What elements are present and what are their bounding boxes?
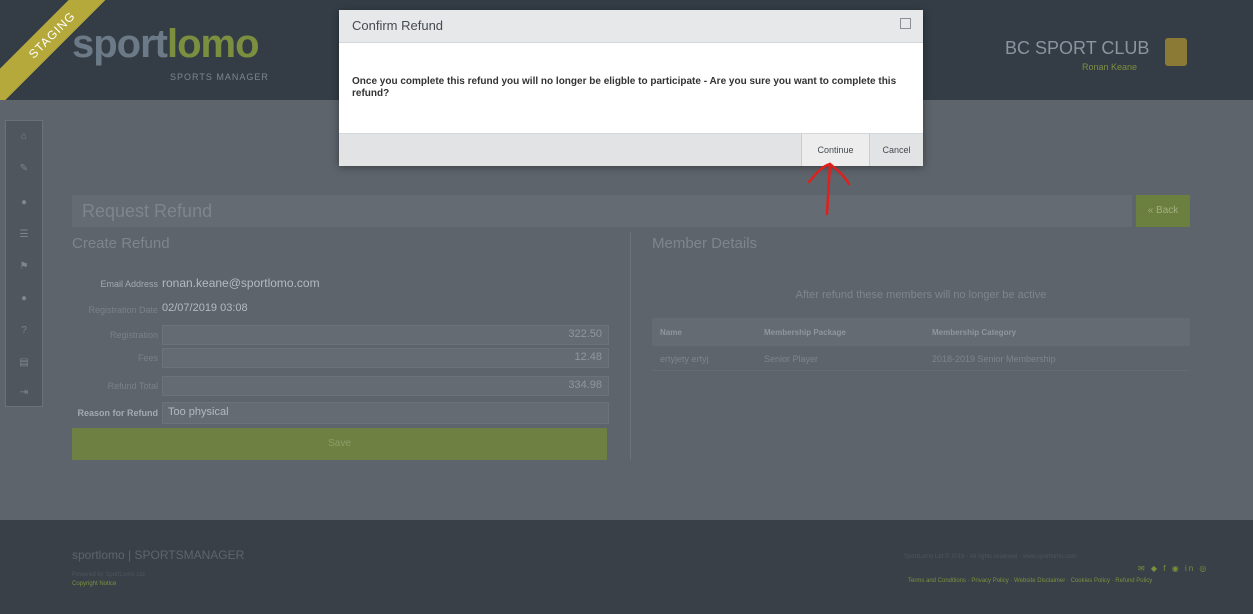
dialog-title: Confirm Refund — [352, 18, 444, 33]
registration-date-label: Registration Date — [88, 305, 158, 315]
social-icons[interactable]: ✉ ◆ f ◉ in ◎ — [1138, 564, 1208, 573]
refund-total-label: Refund Total — [107, 381, 158, 391]
club-name: BC SPORT CLUB — [1005, 38, 1150, 58]
annotation-arrow-icon — [807, 162, 851, 216]
member-details-title: Member Details — [652, 235, 758, 252]
member-table: Name Membership Package Membership Categ… — [652, 318, 1190, 371]
refund-total-value: 334.98 — [568, 379, 602, 391]
user-icon[interactable]: ● — [6, 197, 42, 208]
table-row: ertyjety ertyj Senior Player 2018-2019 S… — [652, 346, 1190, 371]
back-button[interactable]: « Back — [1136, 195, 1190, 227]
person-icon[interactable]: ● — [6, 293, 42, 304]
reason-value: Too physical — [168, 406, 229, 418]
cancel-button[interactable]: Cancel — [870, 134, 923, 166]
home-icon[interactable]: ⌂ — [6, 131, 42, 142]
footer-powered: Powered by SportLomo Ltd. — [72, 572, 147, 578]
reason-input[interactable] — [162, 402, 609, 424]
column-divider — [630, 232, 631, 460]
page-title-bar — [72, 195, 1132, 227]
list-icon[interactable]: ☰ — [6, 229, 42, 240]
user-name[interactable]: Ronan Keane — [1082, 62, 1137, 72]
save-button[interactable]: Save — [72, 428, 607, 460]
member-details-note: After refund these members will no longe… — [795, 289, 1047, 301]
column-header-package: Membership Package — [764, 328, 846, 337]
table-header: Name Membership Package Membership Categ… — [652, 318, 1190, 346]
dialog-message: Once you complete this refund you will n… — [352, 76, 897, 99]
help-icon[interactable]: ? — [6, 325, 42, 336]
logo-text-a: sport — [72, 22, 168, 66]
logo-subtitle: SPORTS MANAGER — [170, 72, 269, 82]
footer-links[interactable]: Terms and Conditions · Privacy Policy · … — [908, 578, 1152, 584]
fees-field[interactable]: 12.48 — [162, 348, 609, 368]
cell-name: ertyjety ertyj — [660, 354, 709, 364]
app-logo[interactable]: sportlomo — [72, 22, 260, 67]
logo-text-b: lomo — [167, 22, 260, 66]
cell-package: Senior Player — [764, 354, 819, 364]
footer-rights: SportLomo Ltd © 2019 - All rights reserv… — [904, 554, 1077, 560]
reason-label: Reason for Refund — [77, 408, 158, 418]
registration-label: Registration — [109, 330, 158, 340]
flag-icon[interactable]: ⚑ — [6, 261, 42, 272]
registration-field[interactable]: 322.50 — [162, 325, 609, 345]
email-value: ronan.keane@sportlomo.com — [162, 276, 320, 290]
create-refund-title: Create Refund — [72, 235, 170, 252]
refund-total-field[interactable]: 334.98 — [162, 376, 609, 396]
app-footer — [0, 520, 1253, 614]
confirm-refund-dialog: Confirm Refund Once you complete this re… — [339, 10, 923, 166]
footer-logo: sportlomo | SPORTSMANAGER — [72, 548, 245, 562]
registration-value: 322.50 — [568, 328, 602, 340]
registration-date-value: 02/07/2019 03:08 — [162, 302, 248, 314]
footer-copyright[interactable]: Copyright Notice — [72, 581, 116, 587]
page-title: Request Refund — [82, 201, 213, 221]
cell-category: 2018-2019 Senior Membership — [932, 354, 1056, 364]
email-label: Email Address — [100, 279, 158, 289]
sidebar: ⌂ ✎ ● ☰ ⚑ ● ? ▤ ⇥ — [5, 120, 43, 407]
logout-icon[interactable]: ⇥ — [6, 387, 42, 398]
fees-label: Fees — [137, 353, 158, 363]
document-icon[interactable]: ▤ — [6, 357, 42, 368]
column-header-category: Membership Category — [932, 328, 1017, 337]
club-crest-icon — [1165, 38, 1187, 66]
maximize-icon[interactable] — [900, 18, 911, 29]
dialog-header: Confirm Refund — [339, 10, 923, 43]
edit-icon[interactable]: ✎ — [6, 163, 42, 174]
column-header-name: Name — [660, 328, 682, 337]
fees-value: 12.48 — [574, 351, 602, 363]
